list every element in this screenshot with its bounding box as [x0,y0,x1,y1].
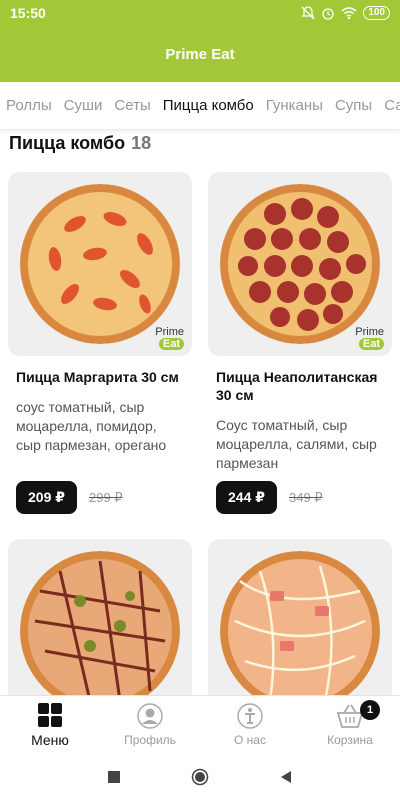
old-price: 349 ₽ [289,489,323,505]
info-icon [237,702,263,729]
product-name: Пицца Неаполитанская 30 см [216,369,378,403]
status-time: 15:50 [10,5,46,21]
pizza-ham-image [220,551,380,711]
recent-apps-icon[interactable] [107,770,121,784]
nav-cart[interactable]: Корзина 1 [300,696,400,753]
pizza-bbq-image [20,551,180,711]
old-price: 299 ₽ [89,489,123,505]
price-row: 209 ₽ 299 ₽ [16,481,123,514]
back-icon[interactable] [279,770,293,784]
brand-logo: Prime Eat [155,326,184,350]
bottom-navigation: Меню Профиль О нас Корзина 1 [0,695,400,753]
status-icons: 100 [301,6,390,20]
nav-profile-label: Профиль [124,732,176,747]
alarm-icon [322,8,334,20]
cart-badge: 1 [360,700,380,720]
product-card[interactable]: Prime Eat Пицца Неаполитанская 30 см Соу… [208,172,392,473]
section-title-text: Пицца комбо [9,133,126,153]
product-name: Пицца Маргарита 30 см [16,369,179,385]
wifi-icon [341,7,357,20]
home-icon[interactable] [191,768,209,786]
tab-sets[interactable]: Сеты [108,97,156,114]
app-title: Prime Eat [165,45,235,63]
tab-salads[interactable]: Са [378,97,400,114]
tab-gunkans[interactable]: Гунканы [260,97,329,114]
grid-icon [38,702,62,727]
brand-logo: Prime Eat [355,326,384,350]
nav-menu-label: Меню [31,731,69,748]
product-image[interactable]: Prime Eat [208,172,392,356]
product-card[interactable]: Prime Eat Пицца Маргарита 30 см соус том… [8,172,192,455]
system-navigation [0,753,400,800]
nav-profile[interactable]: Профиль [100,696,200,753]
price-row: 244 ₽ 349 ₽ [216,481,323,514]
pizza-neapolitan-image [220,184,380,344]
battery-icon: 100 [363,6,390,20]
product-description: Соус томатный, сыр моцарелла, салями, сы… [216,417,377,471]
price-button[interactable]: 244 ₽ [216,481,277,514]
section-title: Пицца комбо 18 [9,133,151,154]
nav-menu[interactable]: Меню [0,696,100,753]
profile-icon [137,702,163,729]
section-count: 18 [131,133,152,153]
tab-rolls[interactable]: Роллы [0,97,58,114]
notifications-off-icon [301,6,315,20]
nav-cart-label: Корзина [327,732,373,747]
category-tabs[interactable]: Роллы Суши Сеты Пицца комбо Гунканы Супы… [0,82,400,130]
tab-pizza-combo[interactable]: Пицца комбо [157,97,260,114]
nav-about-label: О нас [234,732,266,747]
pizza-margherita-image [20,184,180,344]
tab-soups[interactable]: Супы [329,97,378,114]
price-button[interactable]: 209 ₽ [16,481,77,514]
nav-about[interactable]: О нас [200,696,300,753]
product-image[interactable]: Prime Eat [8,172,192,356]
app-bar: Prime Eat [0,26,400,82]
status-bar: 15:50 100 [0,0,400,26]
product-description: соус томатный, сыр моцарелла, помидор, с… [16,399,167,453]
tab-sushi[interactable]: Суши [58,97,109,114]
